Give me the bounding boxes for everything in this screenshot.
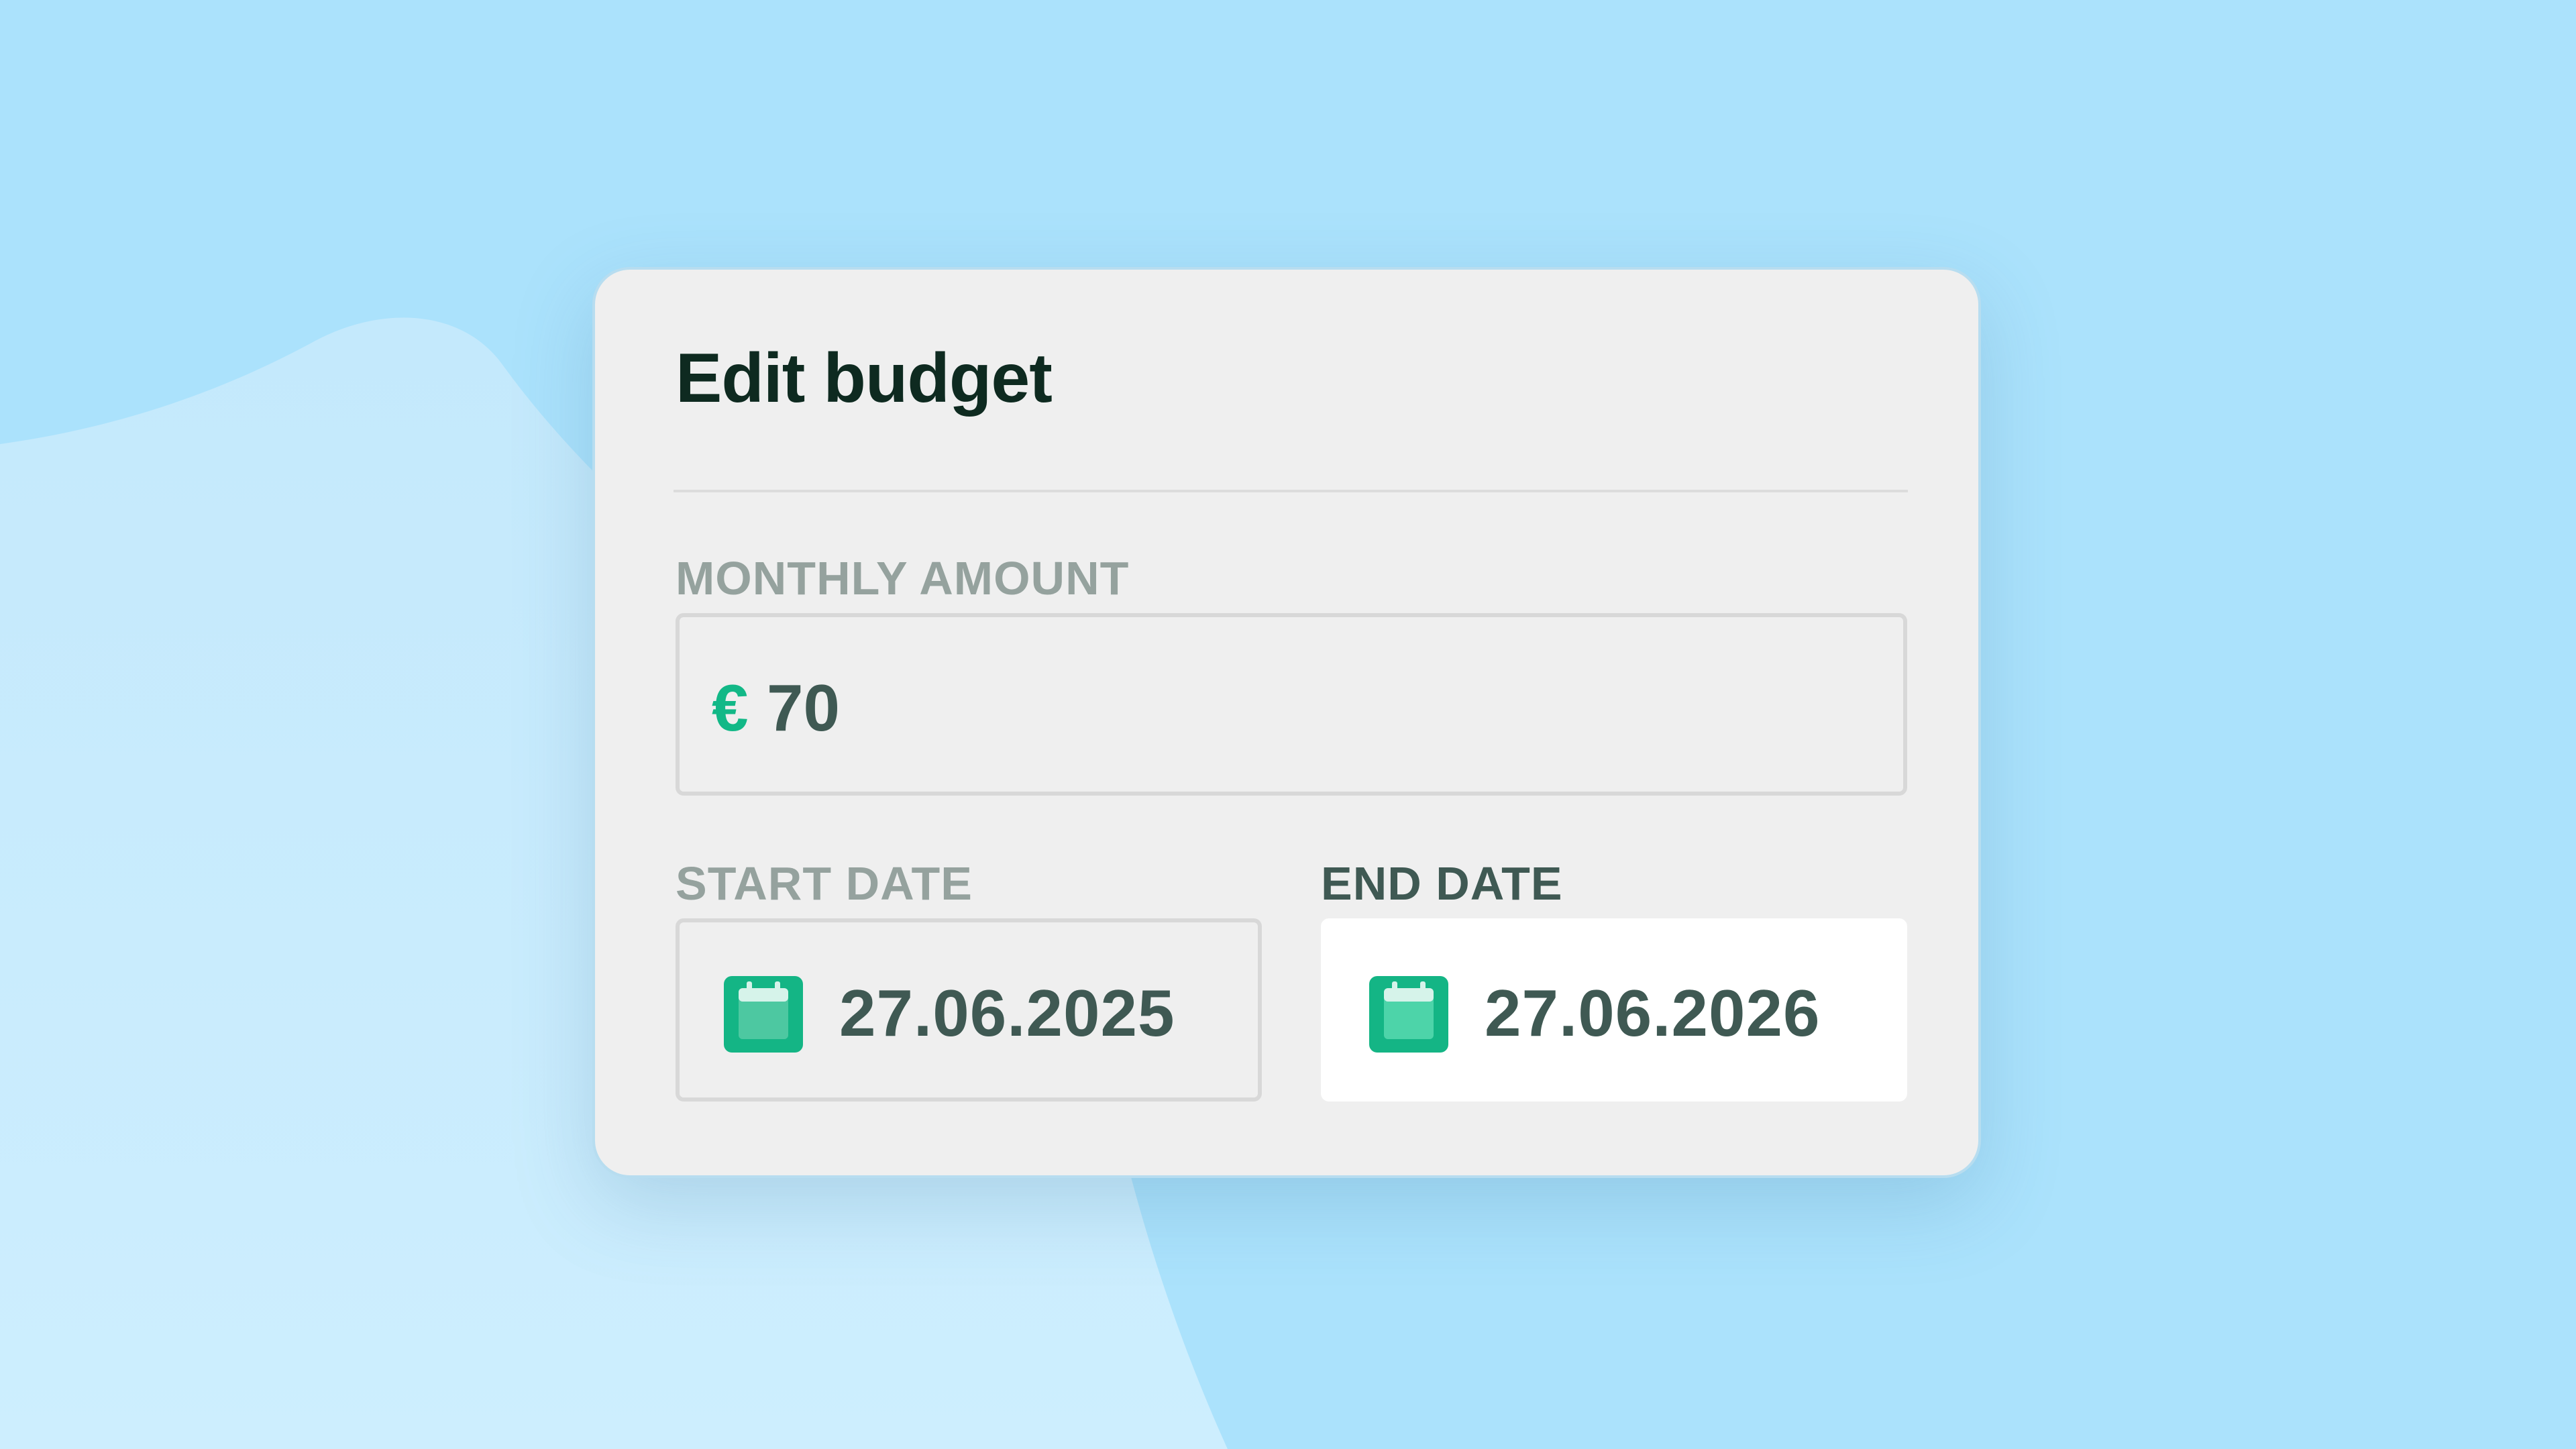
dialog-title: Edit budget [676,339,1053,417]
calendar-icon [1369,976,1448,1053]
start-date-value: 27.06.2025 [839,976,1175,1050]
end-date-input[interactable]: 27.06.2026 [1321,918,1907,1102]
title-divider [674,490,1908,492]
monthly-amount-label: MONTHLY AMOUNT [676,552,1130,604]
start-date-label: START DATE [676,857,973,910]
currency-symbol: € [712,671,749,745]
end-date-value: 27.06.2026 [1485,976,1821,1050]
monthly-amount-input[interactable]: € 70 [676,613,1907,796]
calendar-icon [724,976,803,1053]
edit-budget-dialog: Edit budget MONTHLY AMOUNT € 70 START DA… [592,267,1981,1178]
monthly-amount-value: 70 [767,671,841,745]
start-date-input[interactable]: 27.06.2025 [676,918,1262,1102]
end-date-label: END DATE [1321,857,1563,910]
